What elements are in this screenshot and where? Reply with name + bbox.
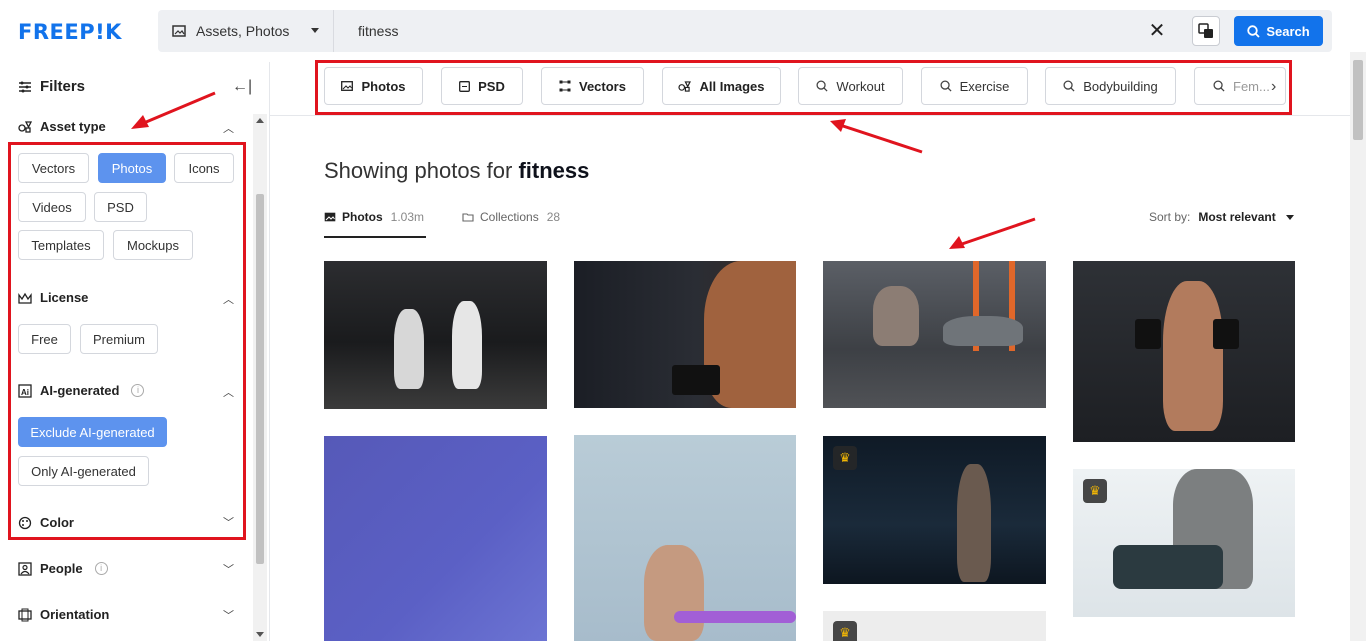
person-figure: [1163, 281, 1223, 431]
orientation-section-title[interactable]: Orientation: [18, 607, 109, 622]
dumbbell-closeup-premium-photo[interactable]: ♛: [1073, 469, 1295, 617]
shapes-icon: [18, 120, 32, 133]
muscular-dumbbell-photo[interactable]: [574, 261, 796, 408]
orientation-icon: [18, 608, 32, 621]
crown-icon: ♛: [1083, 479, 1107, 503]
annotation-arrow-filters: [131, 91, 216, 129]
asset-type-section-title[interactable]: Asset type: [18, 119, 106, 134]
person-icon: [18, 561, 32, 576]
info-icon[interactable]: i: [94, 562, 108, 575]
results-title: Showing photos for fitness: [324, 158, 589, 184]
annotation-box-filters: [8, 142, 246, 540]
gym-lunges-photo[interactable]: [324, 261, 547, 409]
purple-gradient-photo[interactable]: [324, 436, 547, 641]
results-title-query: fitness: [518, 158, 590, 183]
tab-photos-count: 1.03m: [390, 210, 425, 224]
search-icon: [1247, 24, 1260, 38]
tab-photos[interactable]: Photos 1.03m: [324, 210, 424, 224]
image-search-icon: [1198, 23, 1213, 38]
person-figure: [452, 301, 482, 389]
person-figure: [394, 309, 424, 389]
chevron-down-icon[interactable]: ﹀: [223, 607, 234, 623]
plank-rows-photo[interactable]: [823, 261, 1046, 408]
collapse-sidebar-icon[interactable]: ←|: [232, 78, 252, 96]
filters-title: Filters: [40, 78, 86, 95]
sliders-icon: [19, 81, 31, 92]
sort-control[interactable]: Sort by: Most relevant: [1149, 210, 1294, 224]
image-search-button[interactable]: [1192, 16, 1220, 46]
top-header: FREEP!K Assets, Photos ✕ Search: [0, 0, 1366, 62]
tab-collections[interactable]: Collections 28: [462, 210, 560, 224]
chevron-down-icon: [1285, 214, 1294, 220]
filters-header: Filters: [18, 78, 85, 95]
search-bar: Assets, Photos ✕ Search: [158, 10, 1332, 52]
chevron-up-icon[interactable]: ︿: [223, 120, 234, 136]
bicep-curl-gym-photo[interactable]: [1073, 261, 1295, 442]
dumbbell-shape: [1213, 319, 1239, 349]
freepik-logo[interactable]: FREEP!K: [18, 20, 122, 44]
page-scrollbar[interactable]: [1350, 52, 1366, 641]
annotation-arrow-categories: [830, 119, 923, 154]
annotation-arrow-thumbnails: [949, 217, 1036, 249]
image-icon: [172, 25, 186, 37]
premium-placeholder-photo[interactable]: ♛: [823, 611, 1046, 641]
asset-type-label: Asset type: [40, 119, 106, 134]
scroll-down-icon[interactable]: [256, 632, 264, 637]
sidebar-scrollbar[interactable]: [253, 114, 267, 641]
asset-type-select[interactable]: Assets, Photos: [158, 10, 334, 52]
person-figure: [957, 464, 991, 582]
dumbbell-shape: [672, 365, 720, 395]
crown-icon: ♛: [833, 446, 857, 470]
resistance-band: [674, 611, 796, 623]
tab-collections-count: 28: [546, 210, 561, 224]
results-title-prefix: Showing photos for: [324, 158, 513, 183]
page-scroll-thumb[interactable]: [1353, 60, 1363, 140]
people-label: People: [40, 561, 83, 576]
person-figure: [943, 316, 1023, 346]
sort-value: Most relevant: [1198, 210, 1276, 224]
sidebar-scroll-thumb[interactable]: [256, 194, 264, 564]
asset-type-label: Assets, Photos: [196, 23, 290, 39]
tab-photos-label: Photos: [342, 210, 383, 224]
tab-collections-label: Collections: [480, 210, 539, 224]
dumbbell-shape: [1135, 319, 1161, 349]
active-tab-indicator: [324, 236, 426, 238]
chevron-down-icon: [311, 28, 319, 33]
folder-icon: [462, 213, 474, 222]
image-icon: [324, 212, 336, 222]
chevron-down-icon[interactable]: ﹀: [223, 561, 234, 577]
close-icon[interactable]: ✕: [1147, 21, 1167, 41]
people-section-title[interactable]: People i: [18, 561, 108, 576]
search-button-label: Search: [1266, 23, 1310, 39]
woman-gym-premium-photo[interactable]: ♛: [823, 436, 1046, 584]
person-figure: [644, 545, 704, 641]
crown-icon: ♛: [833, 621, 857, 641]
scroll-up-icon[interactable]: [256, 118, 264, 123]
orientation-label: Orientation: [40, 607, 110, 622]
sort-label: Sort by:: [1149, 210, 1191, 224]
search-input[interactable]: [358, 10, 1138, 52]
search-button[interactable]: Search: [1234, 16, 1323, 46]
annotation-box-categories: [315, 60, 1292, 115]
resistance-band-photo[interactable]: [574, 435, 796, 641]
dumbbell-shape: [1113, 545, 1223, 589]
person-figure: [873, 286, 919, 346]
